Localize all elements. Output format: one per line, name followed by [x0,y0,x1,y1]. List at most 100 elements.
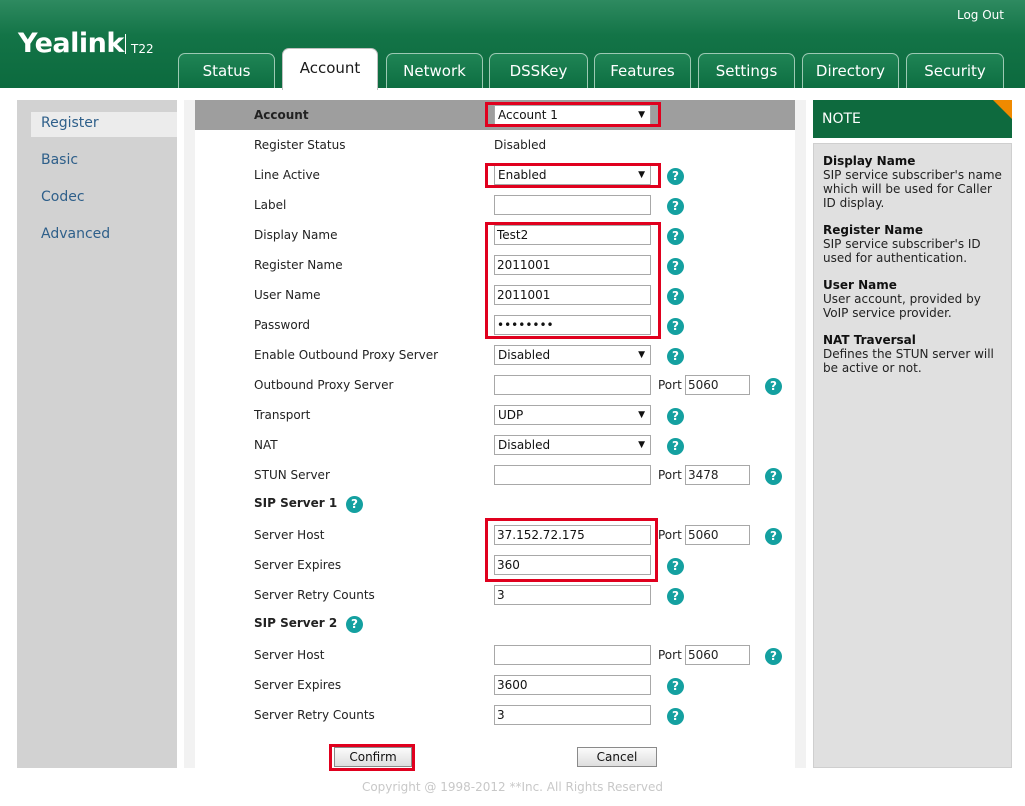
help-icon[interactable]: ? [667,288,684,305]
line-active-label: Line Active [254,168,320,182]
help-icon[interactable]: ? [667,258,684,275]
chevron-down-icon: ▼ [638,170,645,180]
user-name-label: User Name [254,288,321,302]
help-icon[interactable]: ? [667,408,684,425]
port-label: Port [658,648,682,662]
tab-dsskey[interactable]: DSSKey [489,53,588,88]
register-name-label: Register Name [254,258,343,272]
help-icon[interactable]: ? [667,438,684,455]
port-label: Port [658,378,682,392]
outbound-proxy-enable-select[interactable]: Disabled ▼ [494,345,651,365]
sip1-host-input[interactable]: 37.152.72.175 [494,525,651,545]
port-label: Port [658,468,682,482]
help-icon[interactable]: ? [667,348,684,365]
stun-port-input[interactable]: 3478 [685,465,750,485]
note-text: SIP service subscriber's ID used for aut… [823,237,981,265]
help-icon[interactable]: ? [346,616,363,633]
confirm-button[interactable]: Confirm [334,747,412,767]
sip1-port-input[interactable]: 5060 [685,525,750,545]
sip2-retry-input[interactable]: 3 [494,705,651,725]
chevron-down-icon: ▼ [638,440,645,450]
help-icon[interactable]: ? [765,468,782,485]
password-label: Password [254,318,311,332]
nat-select-value: Disabled [498,438,551,452]
register-name-input[interactable]: 2011001 [494,255,651,275]
sip1-retry-label: Server Retry Counts [254,588,375,602]
help-icon[interactable]: ? [667,558,684,575]
outbound-proxy-enable-label: Enable Outbound Proxy Server [254,348,439,362]
tab-status[interactable]: Status [178,53,275,88]
register-status-value: Disabled [494,138,547,152]
help-icon[interactable]: ? [667,168,684,185]
sidebar-item-basic[interactable]: Basic [41,152,78,168]
brand-separator [125,34,126,54]
transport-select[interactable]: UDP ▼ [494,405,651,425]
logout-link[interactable]: Log Out [957,8,1004,22]
help-icon[interactable]: ? [667,708,684,725]
copyright-footer: Copyright @ 1998-2012 **Inc. All Rights … [361,780,664,794]
account-label: Account [254,108,309,122]
tab-directory[interactable]: Directory [802,53,899,88]
label-label: Label [254,198,287,212]
help-icon[interactable]: ? [346,496,363,513]
line-active-select[interactable]: Enabled ▼ [494,165,651,185]
stun-server-input[interactable] [494,465,651,485]
sip1-host-label: Server Host [254,528,325,542]
sip1-retry-input[interactable]: 3 [494,585,651,605]
help-icon[interactable]: ? [765,648,782,665]
display-name-label: Display Name [254,228,338,242]
sip2-expires-input[interactable]: 3600 [494,675,651,695]
display-name-input[interactable]: Test2 [494,225,651,245]
help-icon[interactable]: ? [765,378,782,395]
note-title: Display Name [823,154,916,168]
register-status-label: Register Status [254,138,346,152]
help-icon[interactable]: ? [667,318,684,335]
chevron-down-icon: ▼ [638,350,645,360]
help-icon[interactable]: ? [667,588,684,605]
note-title: Register Name [823,223,923,237]
note-heading: NOTE [813,100,1012,138]
brand-logo: Yealink [18,28,124,59]
account-select-value: Account 1 [498,108,558,122]
help-icon[interactable]: ? [765,528,782,545]
account-select[interactable]: Account 1 ▼ [494,105,651,125]
sidebar-item-codec[interactable]: Codec [41,189,85,205]
sip-server-1-title: SIP Server 1 [254,496,338,510]
outbound-proxy-input[interactable] [494,375,651,395]
tab-network[interactable]: Network [386,53,483,88]
line-active-select-value: Enabled [498,168,547,182]
sidebar-item-advanced[interactable]: Advanced [41,226,110,242]
port-label: Port [658,528,682,542]
outbound-proxy-port-input[interactable]: 5060 [685,375,750,395]
note-text: SIP service subscriber's name which will… [823,168,1002,210]
label-input[interactable] [494,195,651,215]
note-title: NAT Traversal [823,333,916,347]
sip2-host-label: Server Host [254,648,325,662]
sip2-port-input[interactable]: 5060 [685,645,750,665]
note-text: Defines the STUN server will be active o… [823,347,994,375]
nat-label: NAT [254,438,278,452]
sip2-host-input[interactable] [494,645,651,665]
sip-server-2-title: SIP Server 2 [254,616,338,630]
sip2-retry-label: Server Retry Counts [254,708,375,722]
cancel-button[interactable]: Cancel [577,747,657,767]
password-input[interactable]: •••••••• [494,315,651,335]
help-icon[interactable]: ? [667,198,684,215]
user-name-input[interactable]: 2011001 [494,285,651,305]
stun-server-label: STUN Server [254,468,330,482]
outbound-proxy-label: Outbound Proxy Server [254,378,394,392]
tab-security[interactable]: Security [906,53,1004,88]
note-title: User Name [823,278,897,292]
note-corner-accent [993,100,1012,119]
nat-select[interactable]: Disabled ▼ [494,435,651,455]
tab-features[interactable]: Features [594,53,691,88]
help-icon[interactable]: ? [667,228,684,245]
sidebar-item-register[interactable]: Register [41,115,99,131]
model-label: T22 [131,42,154,56]
help-icon[interactable]: ? [667,678,684,695]
sip2-expires-label: Server Expires [254,678,342,692]
tab-account[interactable]: Account [282,48,378,90]
note-body: Display Name SIP service subscriber's na… [813,143,1012,768]
sip1-expires-input[interactable]: 360 [494,555,651,575]
tab-settings[interactable]: Settings [698,53,795,88]
